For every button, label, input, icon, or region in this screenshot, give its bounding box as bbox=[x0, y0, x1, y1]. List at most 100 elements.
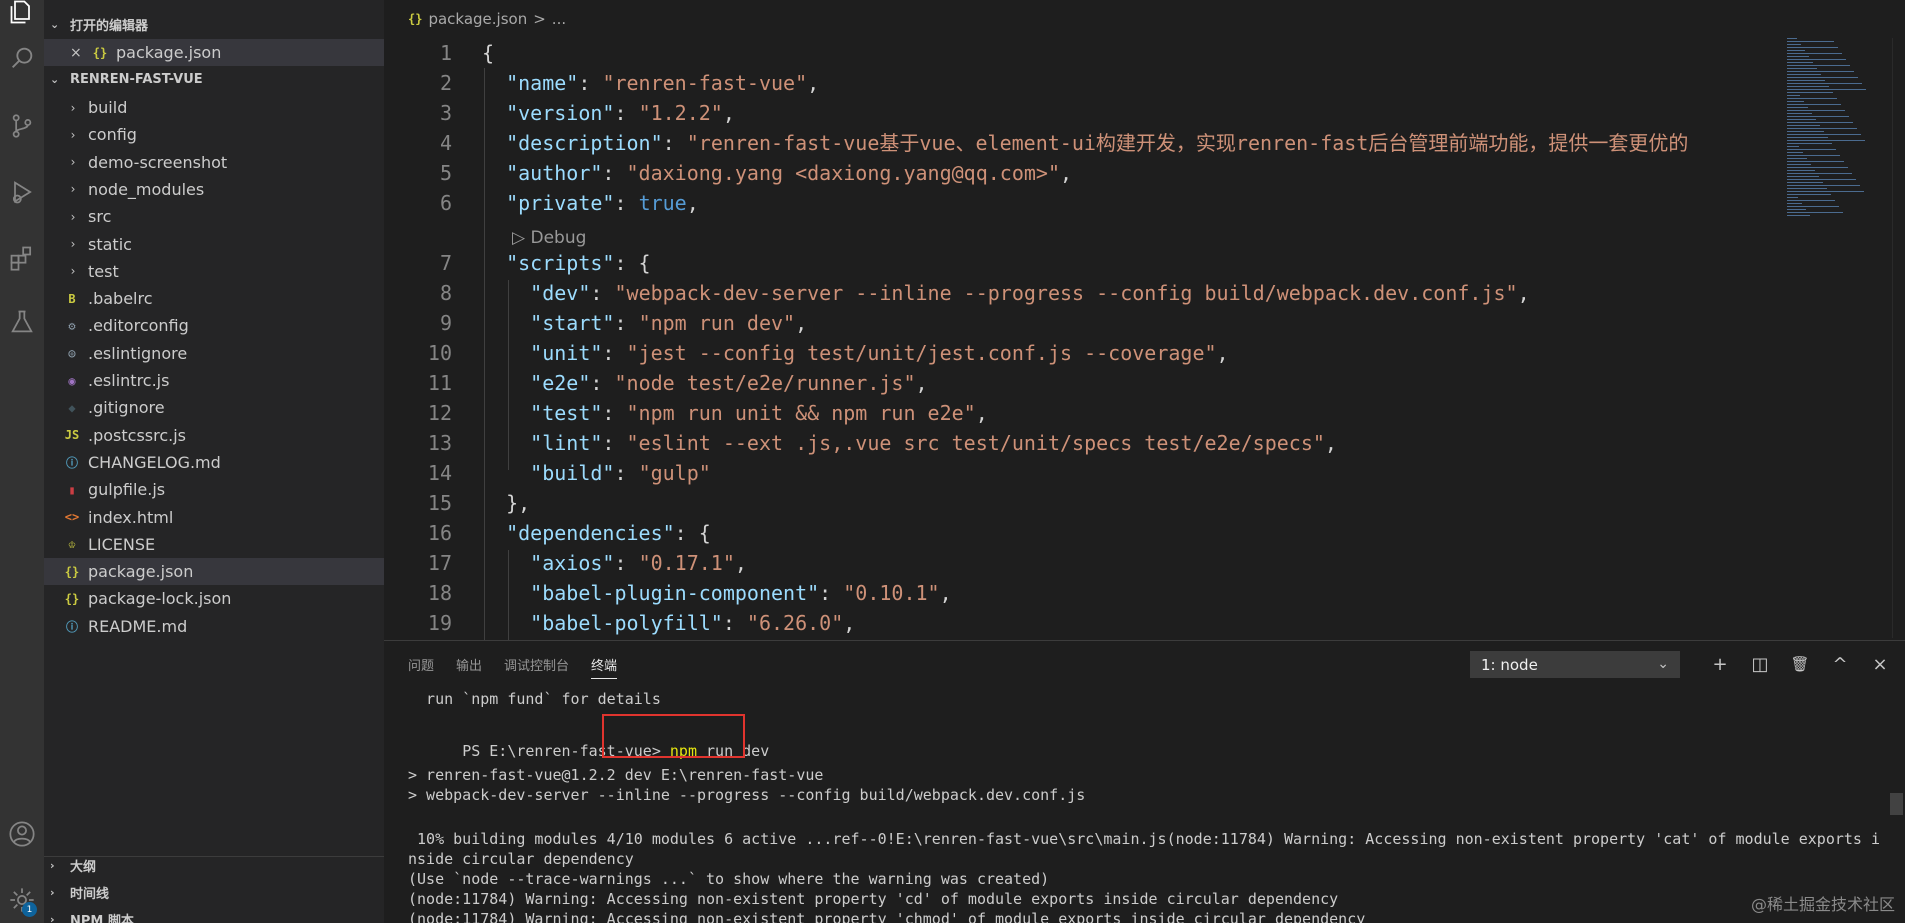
file-type-icon: ⚙ bbox=[68, 318, 76, 333]
outline-title: 大纲 bbox=[70, 860, 97, 875]
minimap-line bbox=[1787, 113, 1812, 114]
settings-gear-icon[interactable]: 1 bbox=[0, 878, 44, 922]
open-editor-item[interactable]: × {} package.json bbox=[44, 39, 384, 66]
code-token: : bbox=[614, 461, 639, 485]
code-token: "renren-fast-vue基于vue、element-ui构建开发，实现r… bbox=[686, 131, 1689, 155]
breadcrumb[interactable]: {} package.json > ... bbox=[408, 10, 566, 28]
breadcrumb-separator: > bbox=[533, 10, 546, 28]
file-item[interactable]: ⓘ README.md bbox=[44, 613, 384, 640]
minimap-line bbox=[1787, 179, 1856, 180]
code-token: "author" bbox=[506, 161, 603, 185]
file-item[interactable]: ⚙ .editorconfig bbox=[44, 312, 384, 339]
outline-section-header[interactable]: › 大纲 bbox=[44, 852, 384, 879]
close-icon[interactable]: × bbox=[70, 45, 84, 61]
file-item[interactable]: ◉ .eslintrc.js bbox=[44, 367, 384, 394]
tab-problems[interactable]: 问题 bbox=[408, 655, 434, 679]
code-token: "lint" bbox=[530, 431, 603, 455]
code-token: : bbox=[614, 191, 639, 215]
npm-scripts-section-header[interactable]: › NPM 脚本 bbox=[44, 906, 384, 923]
line-number: 1 bbox=[439, 41, 452, 65]
code-text: "scripts": { bbox=[482, 248, 651, 278]
run-debug-icon[interactable] bbox=[0, 170, 44, 214]
folder-label: build bbox=[88, 98, 128, 117]
file-item[interactable]: ♔ LICENSE bbox=[44, 531, 384, 558]
folder-label: node_modules bbox=[88, 179, 205, 199]
breadcrumb-more[interactable]: ... bbox=[552, 10, 566, 28]
extensions-icon[interactable] bbox=[0, 236, 44, 280]
code-line: 8 "dev": "webpack-dev-server --inline --… bbox=[384, 278, 1774, 308]
minimap-line bbox=[1787, 41, 1834, 42]
code-token: , bbox=[734, 551, 747, 575]
file-item[interactable]: {} package-lock.json bbox=[44, 585, 384, 612]
folder-item[interactable]: › demo-screenshot bbox=[44, 149, 384, 176]
file-item[interactable]: B .babelrc bbox=[44, 285, 384, 312]
terminal-scrollbar-thumb[interactable] bbox=[1890, 793, 1903, 815]
source-control-icon[interactable] bbox=[0, 104, 44, 148]
panel-tabs: 问题 输出 调试控制台 终端 bbox=[408, 655, 618, 679]
explorer-icon[interactable] bbox=[0, 0, 44, 34]
tab-terminal[interactable]: 终端 bbox=[591, 655, 618, 679]
editor-scrollbar[interactable] bbox=[1892, 38, 1905, 638]
file-item[interactable]: ⓘ CHANGELOG.md bbox=[44, 449, 384, 476]
command-highlight-box bbox=[602, 714, 745, 758]
line-number: 5 bbox=[439, 161, 452, 185]
code-token: , bbox=[1324, 431, 1337, 455]
debug-codelens[interactable]: ▷ Debug bbox=[512, 228, 586, 248]
open-editor-label: package.json bbox=[116, 43, 222, 62]
file-item[interactable]: JS .postcssrc.js bbox=[44, 422, 384, 449]
line-number: 3 bbox=[439, 101, 452, 125]
explorer-root-title: RENREN-FAST-VUE bbox=[70, 72, 203, 87]
chevron-down-icon: ⌄ bbox=[50, 73, 60, 86]
tab-debug-console[interactable]: 调试控制台 bbox=[504, 655, 569, 679]
code-line: 7 "scripts": { bbox=[384, 248, 1774, 278]
kill-terminal-button[interactable]: 🗑 bbox=[1787, 651, 1813, 677]
folder-item[interactable]: › build bbox=[44, 94, 384, 121]
file-type-icon: {} bbox=[64, 591, 80, 606]
code-line: 5 "author": "daxiong.yang <daxiong.yang@… bbox=[384, 158, 1774, 188]
folder-item[interactable]: › static bbox=[44, 231, 384, 258]
file-type-icon: ▮ bbox=[68, 482, 76, 497]
code-token: { bbox=[482, 41, 495, 65]
breadcrumb-file[interactable]: package.json bbox=[428, 10, 527, 28]
file-item[interactable]: <> index.html bbox=[44, 504, 384, 531]
code-token: , bbox=[843, 611, 856, 635]
file-item[interactable]: ◎ .eslintignore bbox=[44, 340, 384, 367]
editor-area[interactable]: {} package.json > ... 1{2 "name": "renre… bbox=[384, 0, 1905, 640]
open-editors-header[interactable]: ⌄ 打开的编辑器 bbox=[44, 11, 384, 38]
minimap-line bbox=[1787, 134, 1861, 135]
tab-output[interactable]: 输出 bbox=[456, 655, 482, 679]
code-token: , bbox=[795, 311, 808, 335]
chevron-right-icon: › bbox=[70, 155, 76, 170]
code-text: "dependencies": { bbox=[482, 518, 711, 548]
file-item[interactable]: {} package.json bbox=[44, 558, 384, 586]
new-terminal-button[interactable]: + bbox=[1707, 651, 1733, 677]
folder-item[interactable]: › src bbox=[44, 203, 384, 230]
folder-item[interactable]: › node_modules bbox=[44, 176, 384, 203]
terminal-select[interactable]: 1: node ⌄ bbox=[1470, 651, 1680, 678]
folder-item[interactable]: › config bbox=[44, 121, 384, 148]
minimap-line bbox=[1787, 71, 1854, 72]
minimap[interactable] bbox=[1779, 38, 1889, 638]
close-panel-button[interactable]: × bbox=[1867, 651, 1893, 677]
split-terminal-button[interactable]: ◫ bbox=[1747, 651, 1773, 677]
file-item[interactable]: ▮ gulpfile.js bbox=[44, 476, 384, 503]
folder-item[interactable]: › test bbox=[44, 258, 384, 285]
timeline-section-header[interactable]: › 时间线 bbox=[44, 879, 384, 906]
terminal-panel: 问题 输出 调试控制台 终端 1: node ⌄ + ◫ 🗑 ^ × run `… bbox=[384, 640, 1905, 923]
maximize-panel-button[interactable]: ^ bbox=[1827, 651, 1853, 677]
code-line: 15 }, bbox=[384, 488, 1774, 518]
explorer-root-header[interactable]: ⌄ RENREN-FAST-VUE bbox=[44, 66, 384, 93]
chevron-right-icon: › bbox=[70, 100, 76, 115]
search-icon[interactable] bbox=[0, 36, 44, 80]
chevron-right-icon: › bbox=[50, 859, 55, 872]
minimap-line bbox=[1787, 125, 1820, 126]
minimap-line bbox=[1787, 200, 1835, 201]
testing-icon[interactable] bbox=[0, 300, 44, 344]
account-icon[interactable] bbox=[0, 812, 44, 856]
minimap-line bbox=[1787, 170, 1815, 171]
file-item[interactable]: ◆ .gitignore bbox=[44, 394, 384, 421]
